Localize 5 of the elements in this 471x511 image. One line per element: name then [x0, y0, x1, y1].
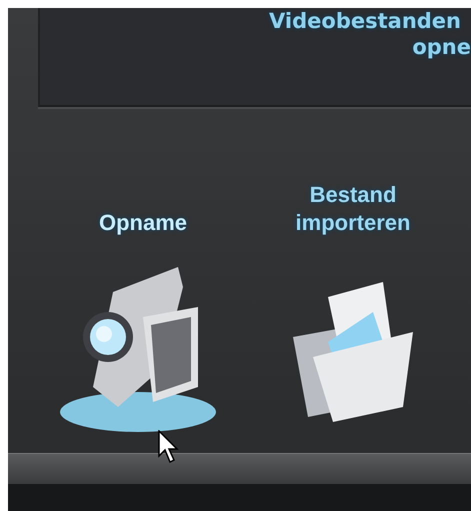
- option-button[interactable]: Opname: [53, 107, 233, 452]
- panel-title: opne: [412, 34, 471, 60]
- cursor-icon: [158, 430, 180, 464]
- option-button[interactable]: Bestand importeren: [263, 107, 443, 452]
- panel-title: Videobestanden: [269, 8, 461, 34]
